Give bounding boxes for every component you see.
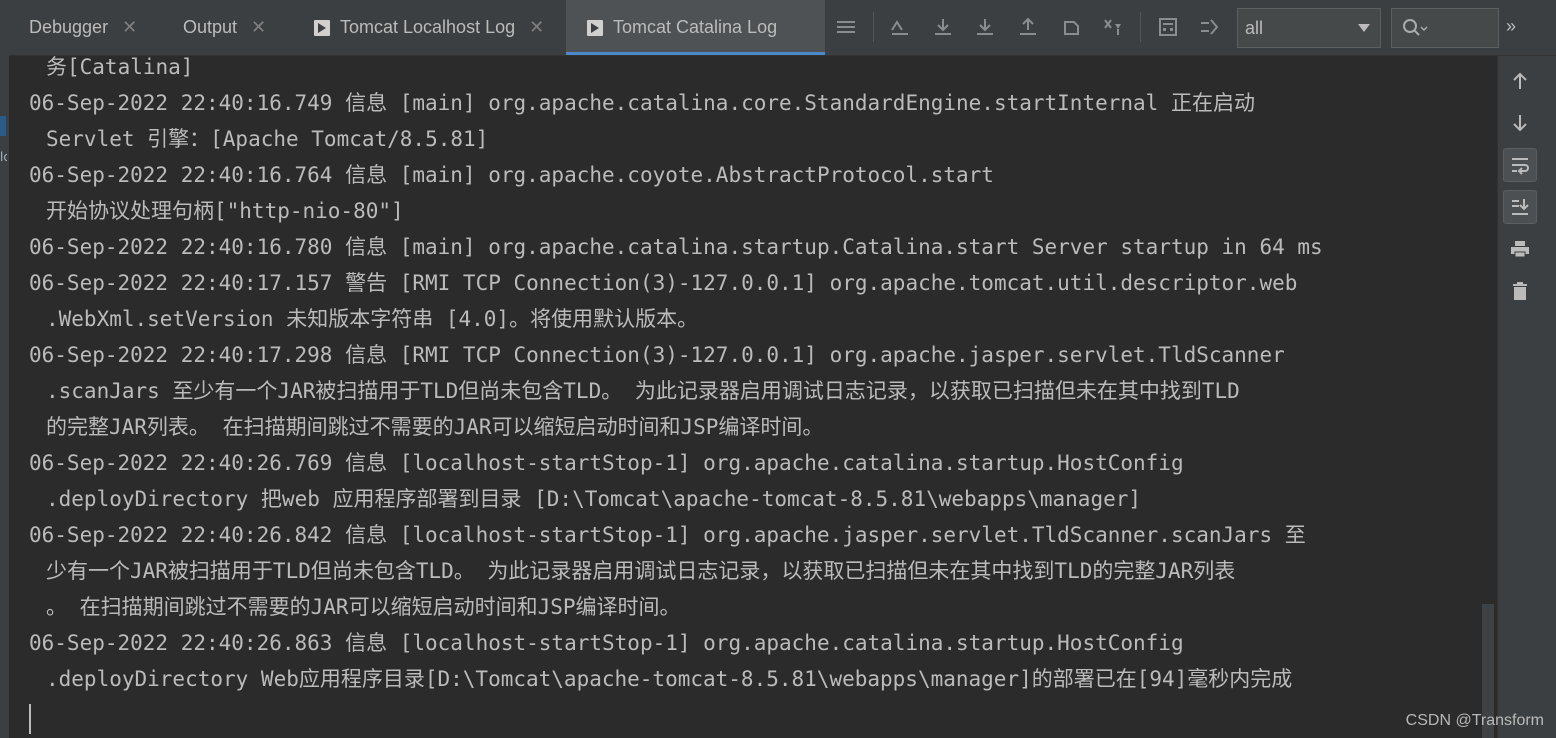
log-line: 少有一个JAR被扫描用于TLD但尚未包含TLD。 为此记录器启用调试日志记录，以…	[46, 559, 1236, 583]
log-line: 开始协议处理句柄["http-nio-80"]	[46, 199, 404, 223]
run-tool-window: ld Debugger ✕ Output ✕ Tomcat Localhost …	[0, 0, 1556, 738]
log-line: 06-Sep-2022 22:40:16.780 信息 [main] org.a…	[29, 235, 1323, 259]
tab-label: Tomcat Localhost Log	[340, 17, 516, 37]
toolbar-separator	[873, 12, 874, 42]
more-tools-button[interactable]: »	[1506, 16, 1516, 37]
close-icon[interactable]: ✕	[529, 17, 544, 38]
soft-wrap-icon[interactable]	[1503, 148, 1537, 182]
download-all-icon[interactable]	[974, 16, 996, 38]
menu-icon[interactable]	[835, 16, 857, 38]
log-line: 06-Sep-2022 22:40:26.842 信息 [localhost-s…	[29, 523, 1306, 547]
tab-output[interactable]: Output ✕	[183, 0, 266, 55]
log-line: .WebXml.setVersion 未知版本字符串 [4.0]。将使用默认版本…	[46, 307, 699, 331]
log-line: 06-Sep-2022 22:40:16.749 信息 [main] org.a…	[29, 91, 1255, 115]
soft-wrap-icon[interactable]	[889, 16, 911, 38]
search-icon	[1403, 19, 1428, 36]
tab-tomcat-catalina-log[interactable]: Tomcat Catalina Log	[566, 0, 825, 55]
upload-icon[interactable]	[1017, 16, 1039, 38]
log-line: 的完整JAR列表。 在扫描期间跳过不需要的JAR可以缩短启动时间和JSP编译时间…	[46, 415, 824, 439]
search-input[interactable]	[1391, 8, 1499, 48]
tab-debugger[interactable]: Debugger ✕	[29, 0, 137, 55]
log-line: .deployDirectory Web应用程序目录[D:\Tomcat\apa…	[46, 667, 1293, 691]
log-console[interactable]: 务[Catalina] 06-Sep-2022 22:40:16.749 信息 […	[9, 56, 1497, 738]
log-line: 06-Sep-2022 22:40:26.769 信息 [localhost-s…	[29, 451, 1184, 475]
log-line: .deployDirectory 把web 应用程序部署到目录 [D:\Tomc…	[46, 487, 1142, 511]
tab-bar: Debugger ✕ Output ✕ Tomcat Localhost Log…	[9, 0, 1556, 56]
log-line: Servlet 引擎：[Apache Tomcat/8.5.81]	[46, 127, 489, 151]
log-line: 务[Catalina]	[46, 56, 194, 79]
close-icon[interactable]: ✕	[251, 17, 266, 38]
left-edge-fragment: ld	[0, 150, 7, 164]
chevron-down-icon	[1358, 24, 1370, 32]
print-icon[interactable]	[1503, 232, 1537, 266]
filter-value: all	[1245, 18, 1264, 38]
clear-filter-icon[interactable]	[1102, 16, 1124, 38]
log-line: 。 在扫描期间跳过不需要的JAR可以缩短启动时间和JSP编译时间。	[46, 595, 681, 619]
log-line: 06-Sep-2022 22:40:26.863 信息 [localhost-s…	[29, 631, 1184, 655]
watermark: CSDN @Transform	[1405, 712, 1544, 729]
tab-tomcat-localhost-log[interactable]: Tomcat Localhost Log ✕	[314, 0, 544, 55]
log-line: .scanJars 至少有一个JAR被扫描用于TLD但尚未包含TLD。 为此记录…	[46, 379, 1240, 403]
calculator-icon[interactable]	[1157, 16, 1179, 38]
console-side-toolbar	[1497, 56, 1556, 738]
text-cursor	[29, 704, 31, 734]
compare-icon[interactable]	[1199, 16, 1221, 38]
arrow-up-icon[interactable]	[1503, 64, 1537, 98]
log-line: 06-Sep-2022 22:40:17.298 信息 [RMI TCP Con…	[29, 343, 1285, 367]
scroll-to-end-icon[interactable]	[1503, 190, 1537, 224]
tab-label: Output	[183, 17, 238, 37]
log-line: 06-Sep-2022 22:40:17.157 警告 [RMI TCP Con…	[29, 271, 1298, 295]
arrow-down-icon[interactable]	[1503, 106, 1537, 140]
log-filter-dropdown[interactable]: all	[1237, 8, 1381, 48]
console-icon	[314, 19, 330, 36]
log-line: 06-Sep-2022 22:40:16.764 信息 [main] org.a…	[29, 163, 994, 187]
console-icon	[587, 19, 603, 36]
tab-label: Debugger	[29, 17, 109, 37]
download-icon[interactable]	[932, 16, 954, 38]
tab-label: Tomcat Catalina Log	[613, 17, 778, 37]
trash-icon[interactable]	[1503, 274, 1537, 308]
toolbar-separator	[1140, 12, 1141, 42]
restore-icon[interactable]	[1060, 16, 1082, 38]
close-icon[interactable]: ✕	[122, 17, 137, 38]
left-edge-marker	[0, 116, 6, 136]
